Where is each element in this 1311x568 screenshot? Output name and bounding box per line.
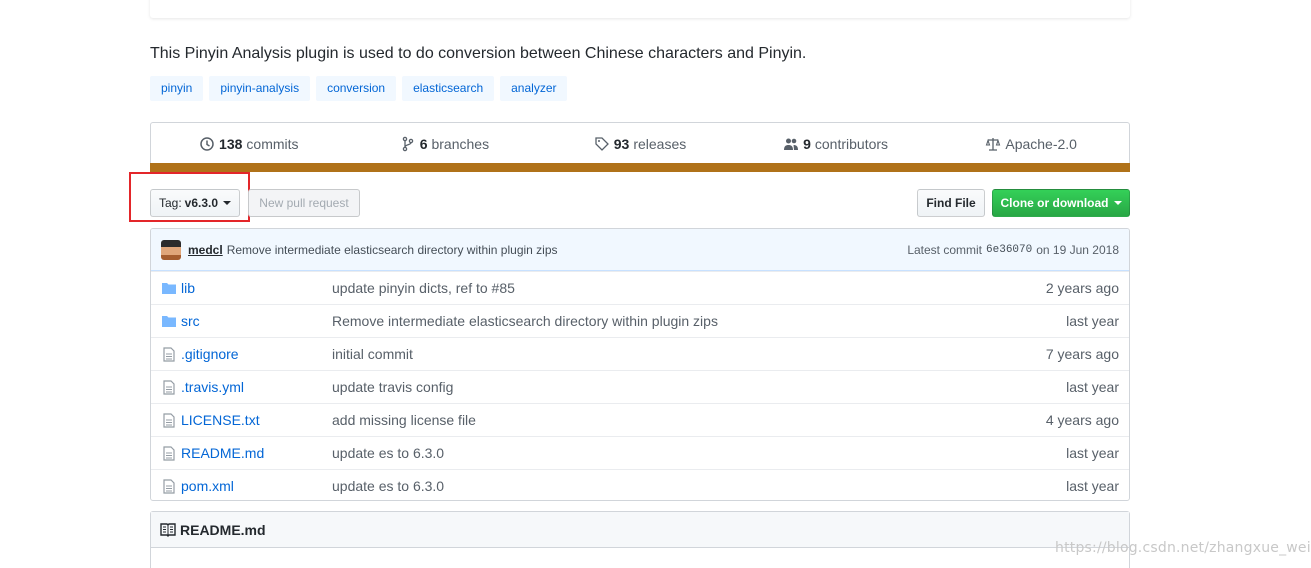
file-commit-message[interactable]: add missing license file	[332, 412, 1046, 428]
latest-commit-bar: medcl Remove intermediate elasticsearch …	[151, 229, 1129, 271]
file-commit-message[interactable]: update travis config	[332, 379, 1066, 395]
contributors-count: 9	[803, 136, 811, 152]
file-age: 4 years ago	[1045, 412, 1119, 428]
file-row: .travis.yml update travis config last ye…	[151, 370, 1129, 403]
file-name[interactable]: LICENSE.txt	[181, 412, 332, 428]
book-icon	[160, 522, 176, 537]
find-file-button[interactable]: Find File	[917, 189, 985, 217]
branch-icon	[402, 136, 413, 152]
file-icon	[161, 346, 177, 362]
file-commit-message[interactable]: initial commit	[332, 346, 1046, 362]
file-name[interactable]: src	[181, 313, 332, 329]
file-name[interactable]: lib	[181, 280, 332, 296]
file-icon	[161, 478, 177, 494]
tag-icon	[595, 137, 609, 151]
topic-elasticsearch[interactable]: elasticsearch	[402, 76, 495, 101]
commit-message[interactable]: Remove intermediate elasticsearch direct…	[227, 243, 558, 257]
readme-header: README.md	[151, 512, 1129, 548]
commits-label: commits	[246, 136, 299, 152]
repo-header-box	[150, 0, 1130, 18]
file-icon	[161, 445, 177, 461]
license-label: Apache-2.0	[1005, 136, 1077, 152]
license-link[interactable]: Apache-2.0	[933, 136, 1129, 152]
clone-label: Clone or download	[1000, 196, 1109, 210]
releases-link[interactable]: 93 releases	[542, 136, 738, 152]
annotation-highlight	[129, 172, 250, 222]
contributors-link[interactable]: 9 contributors	[738, 136, 934, 152]
file-row: LICENSE.txt add missing license file 4 y…	[151, 403, 1129, 436]
commits-link[interactable]: 138 commits	[151, 136, 347, 152]
file-row: lib update pinyin dicts, ref to #85 2 ye…	[151, 271, 1129, 304]
watermark: https://blog.csdn.net/zhangxue_wei	[1055, 540, 1311, 556]
branches-label: branches	[431, 136, 490, 152]
readme-title: README.md	[180, 521, 266, 538]
contributors-label: contributors	[814, 136, 889, 152]
folder-icon	[161, 280, 177, 296]
topic-pinyin-analysis[interactable]: pinyin-analysis	[209, 76, 311, 101]
people-icon	[784, 138, 799, 150]
file-name[interactable]: pom.xml	[181, 478, 332, 494]
file-row: README.md update es to 6.3.0 last year	[151, 436, 1129, 469]
topic-pinyin[interactable]: pinyin	[150, 76, 204, 101]
file-row: .gitignore initial commit 7 years ago	[151, 337, 1129, 370]
law-icon	[986, 138, 1001, 151]
file-age: 2 years ago	[1045, 280, 1119, 296]
clone-download-button[interactable]: Clone or download	[992, 189, 1130, 217]
file-name[interactable]: README.md	[181, 445, 332, 461]
file-row: src Remove intermediate elasticsearch di…	[151, 304, 1129, 337]
file-icon	[161, 379, 177, 395]
latest-commit-info: Latest commit 6e36070 on 19 Jun 2018	[907, 243, 1119, 257]
file-age: 7 years ago	[1045, 346, 1119, 362]
topics-list: pinyin pinyin-analysis conversion elasti…	[150, 76, 568, 101]
commits-count: 138	[219, 136, 243, 152]
history-icon	[200, 137, 214, 151]
folder-icon	[161, 313, 177, 329]
repo-description: This Pinyin Analysis plugin is used to d…	[150, 45, 807, 62]
latest-commit-prefix: Latest commit	[907, 242, 983, 257]
file-age: last year	[1066, 478, 1119, 494]
file-name[interactable]: .travis.yml	[181, 379, 332, 395]
commit-author[interactable]: medcl	[188, 243, 223, 257]
readme-panel: README.md	[150, 511, 1130, 568]
file-commit-message[interactable]: update pinyin dicts, ref to #85	[332, 280, 1046, 296]
file-age: last year	[1066, 313, 1119, 329]
file-commit-message[interactable]: Remove intermediate elasticsearch direct…	[332, 313, 1066, 329]
topic-analyzer[interactable]: analyzer	[500, 76, 568, 101]
repo-summary: 138 commits 6 branches 93 releases 9 con…	[150, 122, 1130, 172]
language-bar	[150, 163, 1130, 172]
file-commit-message[interactable]: update es to 6.3.0	[332, 445, 1066, 461]
file-age: last year	[1066, 445, 1119, 461]
avatar[interactable]	[161, 239, 181, 260]
topic-conversion[interactable]: conversion	[316, 76, 397, 101]
releases-count: 93	[613, 136, 630, 152]
branches-link[interactable]: 6 branches	[347, 136, 543, 152]
file-row: pom.xml update es to 6.3.0 last year	[151, 469, 1129, 500]
file-name[interactable]: .gitignore	[181, 346, 332, 362]
commit-sha[interactable]: 6e36070	[986, 244, 1032, 256]
file-icon	[161, 412, 177, 428]
caret-down-icon	[1113, 201, 1122, 205]
releases-label: releases	[633, 136, 687, 152]
file-list: medcl Remove intermediate elasticsearch …	[150, 228, 1130, 501]
file-commit-message[interactable]: update es to 6.3.0	[332, 478, 1066, 494]
file-age: last year	[1066, 379, 1119, 395]
new-pull-request-button[interactable]: New pull request	[248, 189, 360, 217]
commit-date: on 19 Jun 2018	[1036, 242, 1119, 257]
branches-count: 6	[419, 136, 428, 152]
